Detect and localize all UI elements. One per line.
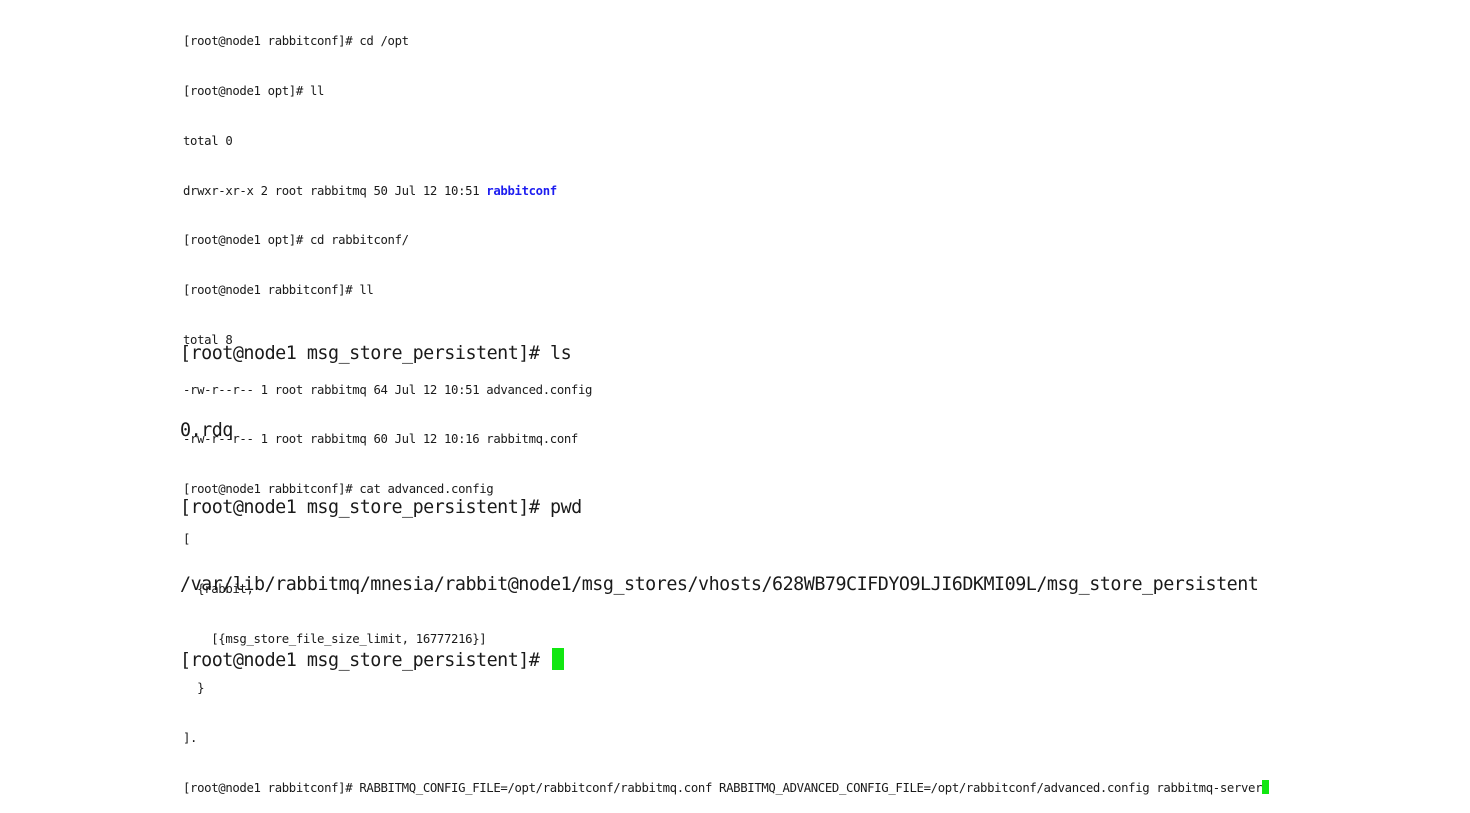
command-text: [root@node1 rabbitconf]# RABBITMQ_CONFIG… [183, 780, 1263, 795]
terminal-line: /var/lib/rabbitmq/mnesia/rabbit@node1/ms… [180, 573, 1259, 595]
cursor [1262, 779, 1270, 794]
terminal-line: ]. [183, 731, 198, 746]
terminal-line-dir-listing: drwxr-xr-x 2 root rabbitmq 50 Jul 12 10:… [183, 183, 1269, 200]
terminal-command-line[interactable]: [root@node1 rabbitconf]# RABBITMQ_CONFIG… [183, 779, 1270, 797]
terminal-output-bottom: [root@node1 msg_store_persistent]# ls 0.… [180, 290, 1259, 700]
terminal-prompt-line[interactable]: [root@node1 msg_store_persistent]# [180, 648, 1258, 674]
terminal-line: [root@node1 opt]# cd rabbitconf/ [183, 233, 409, 248]
terminal-line: [root@node1 opt]# ll [183, 83, 325, 98]
terminal-line: total 0 [183, 133, 233, 148]
listing-text: drwxr-xr-x 2 root rabbitmq 50 Jul 12 10:… [183, 183, 487, 198]
terminal-line: [root@node1 msg_store_persistent]# pwd [180, 496, 582, 518]
terminal-line: [root@node1 msg_store_persistent]# ls [180, 343, 572, 365]
terminal-line: [root@node1 rabbitconf]# cd /opt [183, 34, 409, 49]
cursor [552, 648, 565, 671]
prompt-text: [root@node1 msg_store_persistent]# [180, 650, 551, 672]
directory-name: rabbitconf [486, 183, 557, 198]
